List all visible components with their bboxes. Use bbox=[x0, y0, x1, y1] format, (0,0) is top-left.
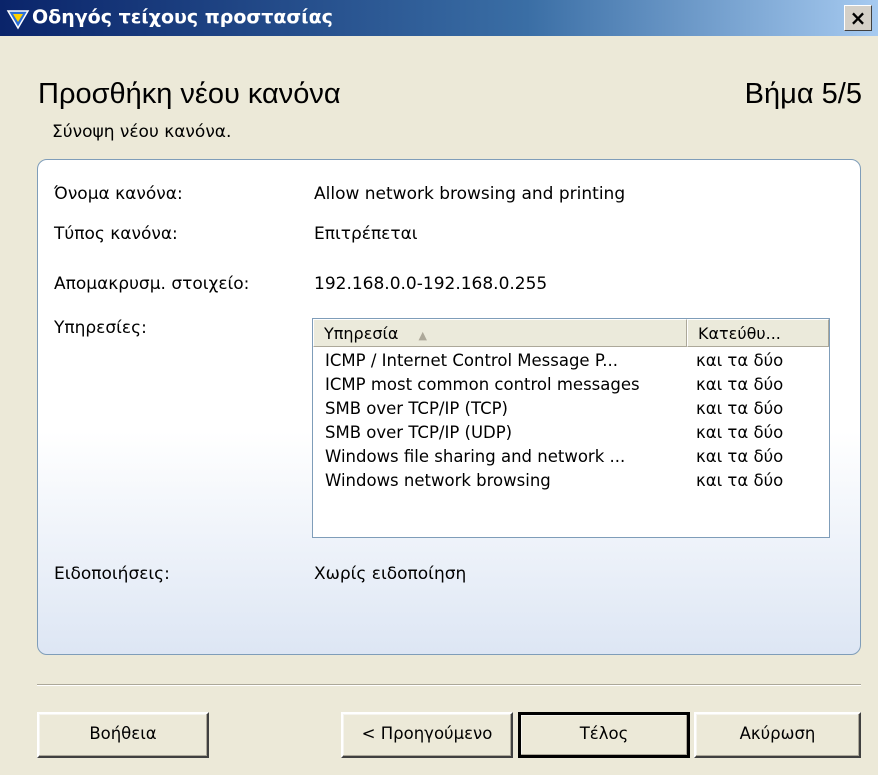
table-row[interactable]: ICMP / Internet Control Message P... και… bbox=[313, 349, 829, 373]
service-name-cell: ICMP / Internet Control Message P... bbox=[325, 351, 618, 370]
direction-cell: και τα δύο bbox=[696, 399, 784, 418]
service-name-cell: SMB over TCP/IP (UDP) bbox=[325, 423, 513, 442]
table-row[interactable]: SMB over TCP/IP (TCP) και τα δύο bbox=[313, 397, 829, 421]
services-label: Υπηρεσίες: bbox=[54, 318, 147, 338]
rule-name-label: Όνομα κανόνα: bbox=[54, 184, 183, 204]
service-name-cell: Windows file sharing and network ... bbox=[325, 447, 626, 466]
services-list[interactable]: Υπηρεσία ▲ Κατεύθυ... ICMP / Internet Con… bbox=[312, 318, 830, 538]
window-title: Οδηγός τείχους προστασίας bbox=[32, 6, 333, 28]
title-bar: Οδηγός τείχους προστασίας × bbox=[0, 0, 878, 36]
direction-cell: και τα δύο bbox=[696, 471, 784, 490]
close-button[interactable]: × bbox=[844, 5, 872, 31]
table-row[interactable]: Windows network browsing και τα δύο bbox=[313, 469, 829, 493]
service-name-cell: Windows network browsing bbox=[325, 471, 551, 490]
service-name-cell: SMB over TCP/IP (TCP) bbox=[325, 399, 508, 418]
table-row[interactable]: SMB over TCP/IP (UDP) και τα δύο bbox=[313, 421, 829, 445]
table-body: ICMP / Internet Control Message P... και… bbox=[313, 349, 829, 493]
rule-name-value: Allow network browsing and printing bbox=[314, 184, 626, 204]
finish-button[interactable]: Τέλος bbox=[518, 712, 690, 758]
direction-cell: και τα δύο bbox=[696, 447, 784, 466]
remote-item-label: Απομακρυσμ. στοιχείο: bbox=[54, 274, 250, 294]
sort-ascending-icon: ▲ bbox=[418, 329, 427, 342]
notifications-label: Ειδοποιήσεις: bbox=[54, 564, 170, 584]
cancel-button[interactable]: Ακύρωση bbox=[694, 712, 861, 758]
rule-summary-panel: Όνομα κανόνα: Allow network browsing and… bbox=[37, 159, 861, 655]
notifications-value: Χωρίς ειδοποίηση bbox=[314, 564, 467, 584]
column-header-service[interactable]: Υπηρεσία ▲ bbox=[313, 319, 687, 347]
rule-type-label: Τύπος κανόνα: bbox=[54, 224, 178, 244]
column-header-direction[interactable]: Κατεύθυ... bbox=[687, 319, 829, 347]
help-button[interactable]: Βοήθεια bbox=[37, 712, 209, 758]
table-row[interactable]: Windows file sharing and network ... και… bbox=[313, 445, 829, 469]
page-title: Προσθήκη νέου κανόνα bbox=[38, 78, 341, 110]
remote-item-value: 192.168.0.0-192.168.0.255 bbox=[314, 274, 548, 294]
rule-type-value: Επιτρέπεται bbox=[314, 224, 418, 244]
service-name-cell: ICMP most common control messages bbox=[325, 375, 640, 394]
direction-cell: και τα δύο bbox=[696, 423, 784, 442]
step-indicator: Βήμα 5/5 bbox=[744, 78, 862, 110]
firewall-icon bbox=[6, 10, 30, 30]
direction-cell: και τα δύο bbox=[696, 375, 784, 394]
page-subtitle: Σύνοψη νέου κανόνα. bbox=[52, 122, 232, 142]
column-header-service-label: Υπηρεσία bbox=[324, 324, 399, 343]
table-header: Υπηρεσία ▲ Κατεύθυ... bbox=[313, 319, 829, 349]
button-separator bbox=[37, 684, 861, 686]
table-row[interactable]: ICMP most common control messages και τα… bbox=[313, 373, 829, 397]
back-button[interactable]: < Προηγούμενο bbox=[341, 712, 513, 758]
direction-cell: και τα δύο bbox=[696, 351, 784, 370]
